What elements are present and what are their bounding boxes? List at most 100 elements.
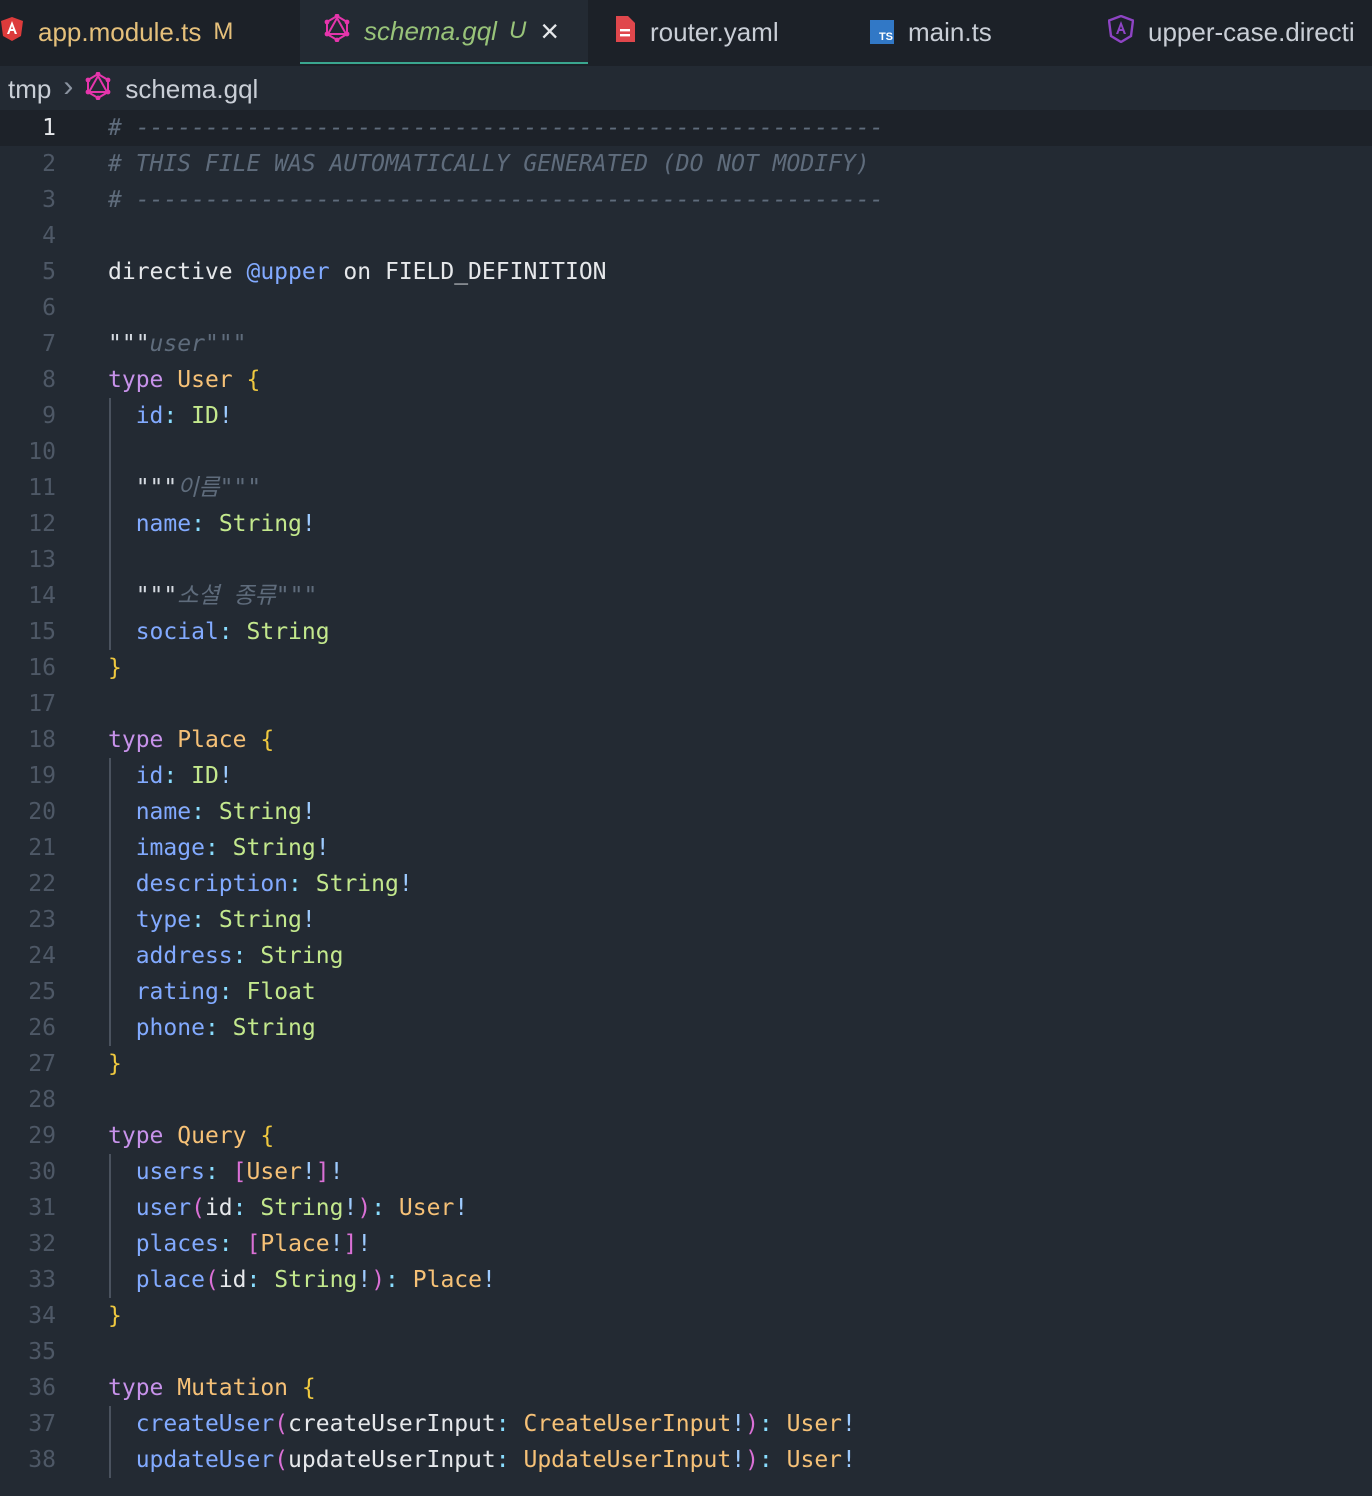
line-number: 3 (42, 187, 56, 213)
code-line[interactable]: 36 type Mutation { (0, 1370, 1372, 1406)
code-line[interactable]: 34} (0, 1298, 1372, 1334)
tab-upper-case-directive[interactable]: upper-case.directi (1107, 0, 1355, 64)
tab-schema-gql[interactable]: schema.gql U × (300, 0, 588, 64)
code-line[interactable]: 10 (0, 434, 1372, 470)
code-text: places: [Place!]! (135, 1231, 372, 1257)
code-text: address: String (135, 943, 344, 969)
code-line[interactable]: 20 name: String! (0, 794, 1372, 830)
code-line[interactable]: 13 (0, 542, 1372, 578)
line-number: 9 (42, 403, 56, 429)
tab-label: router.yaml (650, 16, 779, 47)
tab-main-ts[interactable]: TS main.ts (870, 0, 992, 64)
code-line[interactable]: 25 rating: Float (0, 974, 1372, 1010)
line-number: 34 (28, 1303, 56, 1329)
code-text: } (108, 1051, 122, 1077)
code-line[interactable]: 22 description: String! (0, 866, 1372, 902)
code-line[interactable]: 37 createUser(createUserInput: CreateUse… (0, 1406, 1372, 1442)
code-line[interactable]: 11 """이름""" (0, 470, 1372, 506)
code-text: type Query { (108, 1123, 275, 1149)
line-number: 16 (28, 655, 56, 681)
line-number: 21 (28, 835, 56, 861)
tab-label: upper-case.directi (1148, 16, 1355, 47)
tab-app-module[interactable]: app.module.ts M (0, 0, 233, 64)
line-number: 17 (28, 691, 56, 717)
code-line[interactable]: 5 directive @upper on FIELD_DEFINITION (0, 254, 1372, 290)
tab-router-yaml[interactable]: router.yaml (614, 0, 779, 64)
code-line[interactable]: 29 type Query { (0, 1118, 1372, 1154)
indent-guide (109, 1154, 111, 1298)
code-text: phone: String (135, 1015, 316, 1041)
line-number: 6 (42, 295, 56, 321)
code-line[interactable]: 6 (0, 290, 1372, 326)
code-line[interactable]: 4 (0, 218, 1372, 254)
code-line[interactable]: 27} (0, 1046, 1372, 1082)
line-number: 31 (28, 1195, 56, 1221)
line-number: 18 (28, 727, 56, 753)
code-line[interactable]: 15 social: String (0, 614, 1372, 650)
code-text: directive @upper on FIELD_DEFINITION (108, 259, 607, 285)
code-line[interactable]: 31 user(id: String!): User! (0, 1190, 1372, 1226)
code-line[interactable]: 21 image: String! (0, 830, 1372, 866)
code-line[interactable]: 38 updateUser(updateUserInput: UpdateUse… (0, 1442, 1372, 1478)
code-line[interactable]: 23 type: String! (0, 902, 1372, 938)
code-line[interactable]: 3 # -------------------------------------… (0, 182, 1372, 218)
code-line[interactable]: 24 address: String (0, 938, 1372, 974)
typescript-icon: TS (870, 20, 894, 44)
line-number: 14 (28, 583, 56, 609)
code-line[interactable]: 28 (0, 1082, 1372, 1118)
code-text: type Mutation { (108, 1375, 316, 1401)
close-icon[interactable]: × (540, 13, 559, 50)
code-line[interactable]: 35 (0, 1334, 1372, 1370)
code-line[interactable]: 17 (0, 686, 1372, 722)
line-number: 32 (28, 1231, 56, 1257)
line-number: 8 (42, 367, 56, 393)
indent-guide (109, 1406, 111, 1478)
tab-label: main.ts (908, 16, 992, 47)
code-text: updateUser(updateUserInput: UpdateUserIn… (135, 1447, 856, 1473)
code-text: type User { (108, 367, 261, 393)
code-line[interactable]: 26 phone: String (0, 1010, 1372, 1046)
code-text: } (108, 655, 122, 681)
code-line[interactable]: 30 users: [User!]! (0, 1154, 1372, 1190)
line-number: 11 (28, 475, 56, 501)
line-number: 23 (28, 907, 56, 933)
code-line[interactable]: 1 # -------------------------------------… (0, 110, 1372, 146)
code-line[interactable]: 14 """소셜 종류""" (0, 578, 1372, 614)
line-number: 7 (42, 331, 56, 357)
code-line[interactable]: 19 id: ID! (0, 758, 1372, 794)
code-text: type: String! (135, 907, 316, 933)
code-text: user(id: String!): User! (135, 1195, 469, 1221)
line-number: 22 (28, 871, 56, 897)
code-text: } (108, 1303, 122, 1329)
code-line[interactable]: 18 type Place { (0, 722, 1372, 758)
graphql-icon (85, 71, 111, 107)
line-number: 26 (28, 1015, 56, 1041)
code-line[interactable]: 8 type User { (0, 362, 1372, 398)
line-number: 37 (28, 1411, 56, 1437)
code-line[interactable]: 2 # THIS FILE WAS AUTOMATICALLY GENERATED… (0, 146, 1372, 182)
code-line[interactable]: 9 id: ID! (0, 398, 1372, 434)
code-line[interactable]: 7 """user""" (0, 326, 1372, 362)
code-line[interactable]: 33 place(id: String!): Place! (0, 1262, 1372, 1298)
code-line[interactable]: 16} (0, 650, 1372, 686)
breadcrumb-folder[interactable]: tmp (8, 74, 51, 105)
code-line[interactable]: 32 places: [Place!]! (0, 1226, 1372, 1262)
code-text: description: String! (135, 871, 413, 897)
line-number: 4 (42, 223, 56, 249)
code-text: createUser(createUserInput: CreateUserIn… (135, 1411, 856, 1437)
code-text: type Place { (108, 727, 275, 753)
line-number: 20 (28, 799, 56, 825)
code-text: name: String! (135, 799, 316, 825)
code-text: users: [User!]! (135, 1159, 344, 1185)
indent-guide (109, 758, 111, 1046)
tab-label: app.module.ts (38, 16, 202, 47)
graphql-icon (324, 13, 350, 49)
code-text: id: ID! (135, 763, 233, 789)
code-editor[interactable]: 1 # -------------------------------------… (0, 110, 1372, 1496)
tab-label: schema.gql (364, 15, 497, 46)
modified-badge: M (213, 18, 234, 45)
line-number: 36 (28, 1375, 56, 1401)
breadcrumb-file[interactable]: schema.gql (125, 74, 258, 105)
code-line[interactable]: 12 name: String! (0, 506, 1372, 542)
untracked-badge: U (508, 17, 527, 44)
